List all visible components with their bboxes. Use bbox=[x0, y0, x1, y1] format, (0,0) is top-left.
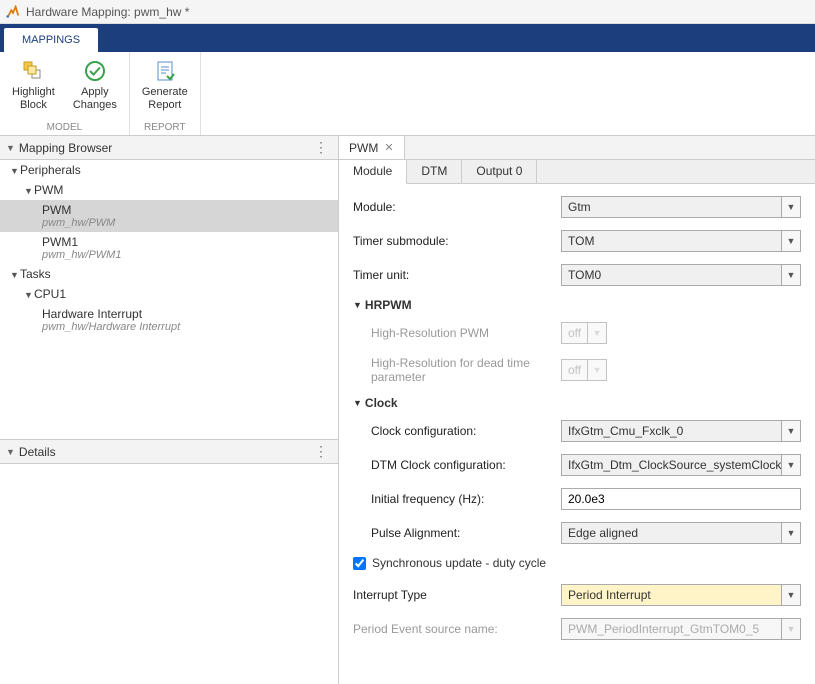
details-menu-button[interactable]: ⋮ bbox=[310, 443, 332, 460]
chevron-down-icon[interactable]: ▼ bbox=[781, 420, 801, 442]
hrpwm-section[interactable]: ▼HRPWM bbox=[353, 298, 801, 312]
generate-report-label: Generate Report bbox=[142, 86, 188, 111]
dtm-clock-dropdown[interactable]: IfxGtm_Dtm_ClockSource_systemClock▼ bbox=[561, 454, 801, 476]
timer-sub-label: Timer submodule: bbox=[353, 234, 553, 248]
browser-menu-button[interactable]: ⋮ bbox=[310, 139, 332, 156]
chevron-down-icon: ▼ bbox=[587, 322, 607, 344]
timer-unit-dropdown[interactable]: TOM0▼ bbox=[561, 264, 801, 286]
chevron-down-icon: ▼ bbox=[781, 618, 801, 640]
collapse-details-icon[interactable]: ▼ bbox=[6, 447, 15, 457]
ribbon-group-report-label: REPORT bbox=[144, 122, 186, 133]
period-src-dropdown: PWM_PeriodInterrupt_GtmTOM0_5▼ bbox=[561, 618, 801, 640]
close-tab-icon[interactable]: ✕ bbox=[384, 141, 393, 154]
int-type-dropdown[interactable]: Period Interrupt▼ bbox=[561, 584, 801, 606]
ribbon-group-model-label: MODEL bbox=[47, 122, 83, 133]
ribbon: Highlight Block Apply Changes MODEL Gene… bbox=[0, 52, 815, 136]
module-dropdown[interactable]: Gtm▼ bbox=[561, 196, 801, 218]
collapse-browser-icon[interactable]: ▼ bbox=[6, 143, 15, 153]
editor-doc-tabs: PWM ✕ bbox=[339, 136, 815, 160]
tree-pwm-group[interactable]: ▼PWM bbox=[0, 180, 338, 200]
apply-changes-label: Apply Changes bbox=[73, 86, 117, 111]
report-icon bbox=[152, 58, 178, 84]
highlight-block-icon bbox=[20, 58, 46, 84]
pulse-align-dropdown[interactable]: Edge aligned▼ bbox=[561, 522, 801, 544]
editor-sub-tabs: Module DTM Output 0 bbox=[339, 160, 815, 184]
tree-tasks[interactable]: ▼Tasks bbox=[0, 264, 338, 284]
sync-update-checkbox[interactable] bbox=[353, 557, 366, 570]
ribbon-group-model: Highlight Block Apply Changes MODEL bbox=[0, 52, 130, 135]
module-label: Module: bbox=[353, 200, 553, 214]
ribbon-group-report: Generate Report REPORT bbox=[130, 52, 201, 135]
timer-unit-label: Timer unit: bbox=[353, 268, 553, 282]
chevron-down-icon[interactable]: ▼ bbox=[781, 196, 801, 218]
details-body bbox=[0, 464, 338, 684]
mapping-browser-tree[interactable]: ▼Peripherals ▼PWM PWM pwm_hw/PWM PWM1 pw… bbox=[0, 160, 338, 440]
tab-mappings[interactable]: MAPPINGS bbox=[4, 28, 98, 52]
sync-update-label: Synchronous update - duty cycle bbox=[372, 556, 546, 570]
highlight-block-label: Highlight Block bbox=[12, 86, 55, 111]
dtm-clock-label: DTM Clock configuration: bbox=[371, 458, 553, 472]
hr-dead-label: High-Resolution for dead time parameter bbox=[353, 356, 553, 384]
clock-section[interactable]: ▼Clock bbox=[353, 396, 801, 410]
browser-title: Mapping Browser bbox=[19, 141, 112, 155]
period-src-label: Period Event source name: bbox=[353, 622, 553, 636]
tree-cpu1[interactable]: ▼CPU1 bbox=[0, 284, 338, 304]
chevron-down-icon[interactable]: ▼ bbox=[781, 454, 801, 476]
browser-header: ▼ Mapping Browser ⋮ bbox=[0, 136, 338, 160]
apply-changes-icon bbox=[82, 58, 108, 84]
hr-pwm-label: High-Resolution PWM bbox=[353, 326, 553, 340]
hr-dead-dropdown: off▼ bbox=[561, 359, 607, 381]
title-bar: Hardware Mapping: pwm_hw * bbox=[0, 0, 815, 24]
init-freq-label: Initial frequency (Hz): bbox=[371, 492, 553, 506]
tab-module[interactable]: Module bbox=[339, 160, 407, 184]
tree-pwm1[interactable]: PWM1 pwm_hw/PWM1 bbox=[0, 232, 338, 264]
window-title: Hardware Mapping: pwm_hw * bbox=[26, 5, 189, 19]
tab-dtm[interactable]: DTM bbox=[407, 160, 462, 183]
tab-output0[interactable]: Output 0 bbox=[462, 160, 537, 183]
apply-changes-button[interactable]: Apply Changes bbox=[71, 56, 119, 113]
int-type-label: Interrupt Type bbox=[353, 588, 553, 602]
tree-pwm0[interactable]: PWM pwm_hw/PWM bbox=[0, 200, 338, 232]
generate-report-button[interactable]: Generate Report bbox=[140, 56, 190, 113]
init-freq-input[interactable] bbox=[561, 488, 801, 510]
pulse-align-label: Pulse Alignment: bbox=[371, 526, 553, 540]
timer-sub-dropdown[interactable]: TOM▼ bbox=[561, 230, 801, 252]
clock-config-dropdown[interactable]: IfxGtm_Cmu_Fxclk_0▼ bbox=[561, 420, 801, 442]
module-form: Module: Gtm▼ Timer submodule: TOM▼ Timer… bbox=[339, 184, 815, 684]
chevron-down-icon: ▼ bbox=[587, 359, 607, 381]
hr-pwm-dropdown: off▼ bbox=[561, 322, 607, 344]
matlab-logo-icon bbox=[6, 5, 20, 19]
tree-peripherals[interactable]: ▼Peripherals bbox=[0, 160, 338, 180]
chevron-down-icon[interactable]: ▼ bbox=[781, 230, 801, 252]
chevron-down-icon[interactable]: ▼ bbox=[781, 522, 801, 544]
details-header: ▼ Details ⋮ bbox=[0, 440, 338, 464]
clock-config-label: Clock configuration: bbox=[371, 424, 553, 438]
ribbon-tab-strip: MAPPINGS bbox=[0, 24, 815, 52]
chevron-down-icon[interactable]: ▼ bbox=[781, 584, 801, 606]
details-title: Details bbox=[19, 445, 56, 459]
tree-hwint[interactable]: Hardware Interrupt pwm_hw/Hardware Inter… bbox=[0, 304, 338, 336]
highlight-block-button[interactable]: Highlight Block bbox=[10, 56, 57, 113]
chevron-down-icon[interactable]: ▼ bbox=[781, 264, 801, 286]
doc-tab-pwm[interactable]: PWM ✕ bbox=[339, 136, 405, 159]
